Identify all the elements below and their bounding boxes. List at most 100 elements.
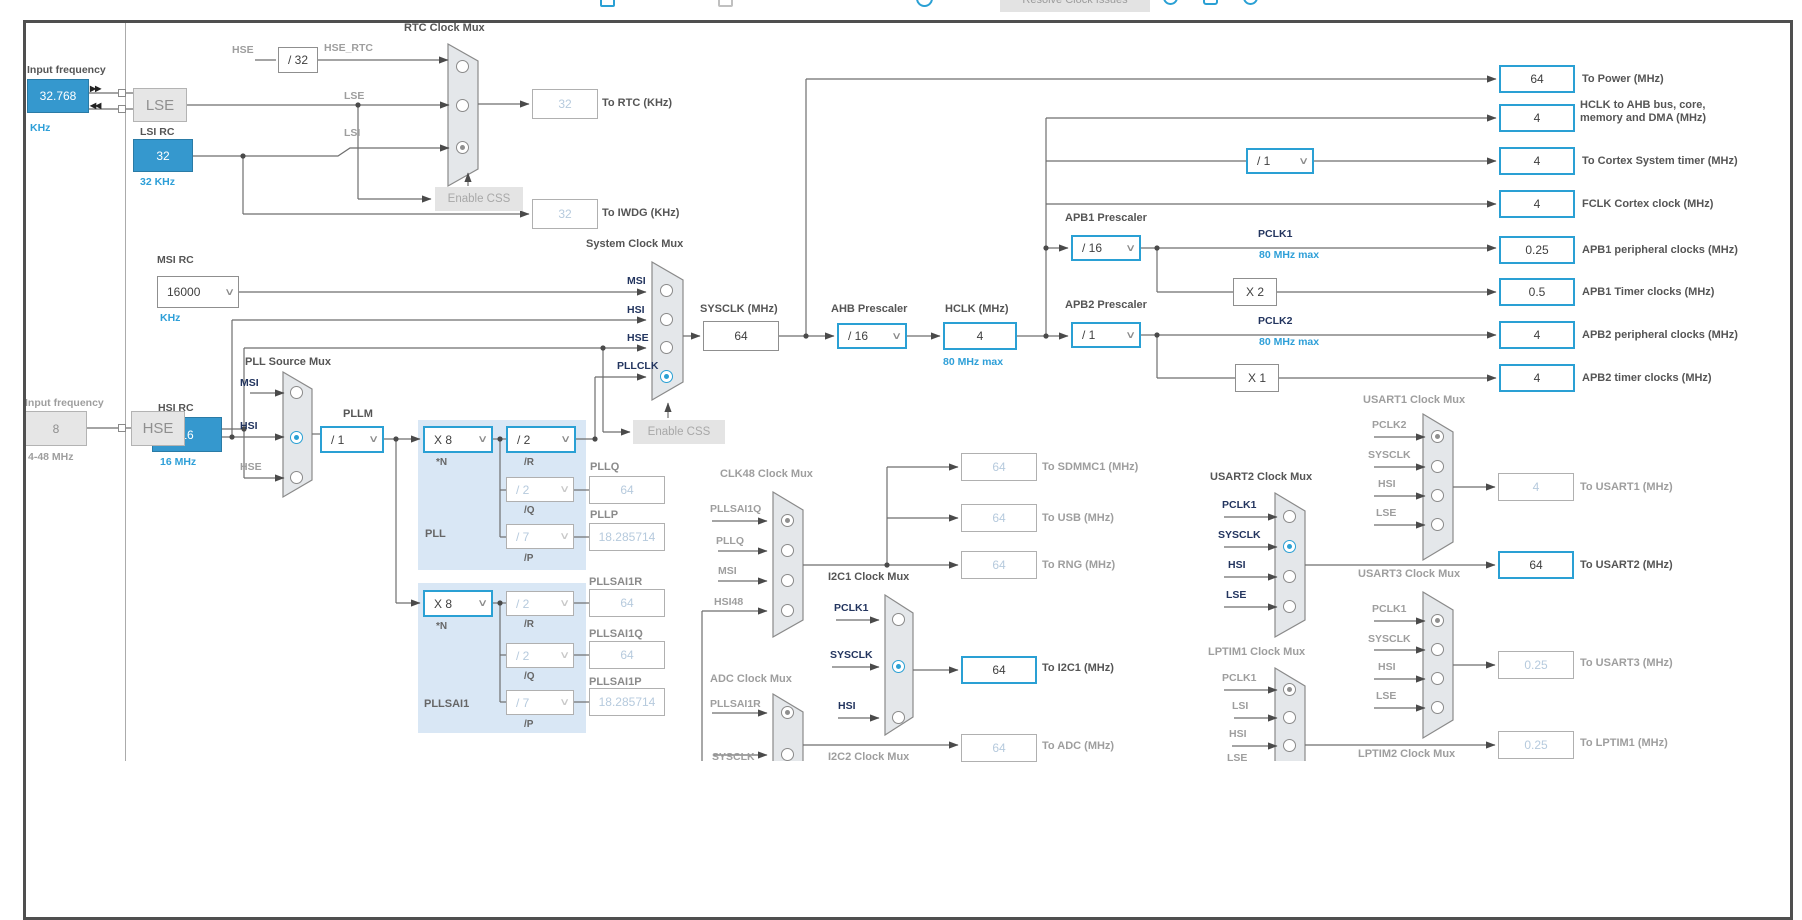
pllmux-hse-radio[interactable] xyxy=(290,471,303,484)
usart3-hsi-radio[interactable] xyxy=(1431,672,1444,685)
to-usart2-value[interactable]: 64 xyxy=(1498,551,1574,579)
to-rtc-value[interactable]: 32 xyxy=(532,89,598,119)
clk48-pllq-radio[interactable] xyxy=(781,544,794,557)
rtc-mux-lsi-radio[interactable] xyxy=(456,141,469,154)
enable-css-rtc-button[interactable]: Enable CSS xyxy=(435,187,523,211)
pllsai1-q-select[interactable]: / 2 ∨ xyxy=(506,643,574,668)
to-i2c1-value[interactable]: 64 xyxy=(961,656,1037,684)
toolbar: Resolve Clock Issues xyxy=(0,0,1802,20)
zoom-out-icon[interactable] xyxy=(1163,0,1178,5)
sysmux-hse-radio[interactable] xyxy=(660,341,673,354)
pllsai1-r-select[interactable]: / 2 ∨ xyxy=(506,591,574,616)
usart1-sysclk-radio[interactable] xyxy=(1431,460,1444,473)
sysclk-value[interactable]: 64 xyxy=(703,321,779,351)
copy-icon[interactable] xyxy=(718,0,733,7)
apb2-timer-value[interactable]: 4 xyxy=(1499,364,1575,392)
lse-source-block: LSE xyxy=(133,88,187,122)
lptim1-pclk1-radio[interactable] xyxy=(1283,683,1296,696)
pll-p-select[interactable]: / 7 ∨ xyxy=(506,524,574,549)
lptim1-lsi-radio[interactable] xyxy=(1283,711,1296,724)
usart2-pclk1-radio[interactable] xyxy=(1283,510,1296,523)
undo-icon[interactable] xyxy=(916,0,933,7)
lse-input-frequency-field[interactable]: 32.768 xyxy=(27,79,89,113)
to-iwdg-value[interactable]: 32 xyxy=(532,199,598,229)
arrow-right-icon: ▶▶ xyxy=(90,84,101,93)
zoom-in-icon[interactable] xyxy=(1243,0,1258,5)
chevron-down-icon: ∨ xyxy=(559,434,571,445)
clk48-hsi48-radio[interactable] xyxy=(781,604,794,617)
resolve-clock-issues-button[interactable]: Resolve Clock Issues xyxy=(1000,0,1150,12)
pll-n-select[interactable]: X 8 ∨ xyxy=(423,426,493,453)
system-mux-title: System Clock Mux xyxy=(586,238,684,250)
pllsai1-p-select[interactable]: / 7 ∨ xyxy=(506,690,574,715)
chevron-down-icon: ∨ xyxy=(558,484,570,495)
rtc-mux-lse-radio[interactable] xyxy=(456,99,469,112)
sysmux-hsi-radio[interactable] xyxy=(660,313,673,326)
usart1-mux-title: USART1 Clock Mux xyxy=(1363,394,1466,406)
usart2-hsi-radio[interactable] xyxy=(1283,570,1296,583)
pll-r-select[interactable]: / 2 ∨ xyxy=(506,426,576,453)
lptim1-hsi-radio[interactable] xyxy=(1283,739,1296,752)
cortex-timer-value[interactable]: 4 xyxy=(1499,147,1575,175)
to-rng-value: 64 xyxy=(961,551,1037,579)
pllm-select[interactable]: / 1 ∨ xyxy=(320,426,384,453)
chevron-down-icon: ∨ xyxy=(476,598,488,609)
hclk-value[interactable]: 4 xyxy=(943,322,1017,350)
to-rtc-label: To RTC (KHz) xyxy=(602,97,673,109)
enable-css-sys-button[interactable]: Enable CSS xyxy=(633,420,725,444)
apb2-periph-value[interactable]: 4 xyxy=(1499,321,1575,349)
apb2-prescaler-select[interactable]: / 1 ∨ xyxy=(1071,322,1141,348)
rtc-mux-hse-radio[interactable] xyxy=(456,60,469,73)
apb1-prescaler-select[interactable]: / 16 ∨ xyxy=(1071,235,1141,261)
pllsai1-p-tag: /P xyxy=(524,719,534,730)
to-adc-label: To ADC (MHz) xyxy=(1042,740,1115,752)
usart2-sysclk-radio[interactable] xyxy=(1283,540,1296,553)
to-power-value[interactable]: 64 xyxy=(1499,65,1575,93)
msi-unit-label: KHz xyxy=(160,312,181,324)
adc-sysclk-radio[interactable] xyxy=(781,748,794,761)
to-power-label: To Power (MHz) xyxy=(1582,73,1664,85)
usart3-lse-radio[interactable] xyxy=(1431,701,1444,714)
msi-range-select[interactable]: 16000 ∨ xyxy=(157,276,239,308)
pllmux-msi-radio[interactable] xyxy=(290,386,303,399)
pll-q-select[interactable]: / 2 ∨ xyxy=(506,477,574,502)
sysmux-msi-radio[interactable] xyxy=(660,284,673,297)
apb1-timer-value[interactable]: 0.5 xyxy=(1499,278,1575,306)
adc-sysclk-label: SYSCLK xyxy=(712,751,755,763)
hsi-unit-label: 16 MHz xyxy=(160,456,197,468)
pllmux-msi-label: MSI xyxy=(240,377,259,389)
chevron-down-icon: ∨ xyxy=(223,286,235,298)
msi-range-value: 16000 xyxy=(167,285,201,299)
usart1-lse-radio[interactable] xyxy=(1431,518,1444,531)
pllmux-hsi-radio[interactable] xyxy=(290,431,303,444)
i2c1-hsi-radio[interactable] xyxy=(892,711,905,724)
hclk-ahb-value[interactable]: 4 xyxy=(1499,104,1575,132)
usart1-pclk2-radio[interactable] xyxy=(1431,430,1444,443)
pllsai1-n-select[interactable]: X 8 ∨ xyxy=(423,590,493,617)
msi-rc-label: MSI RC xyxy=(157,254,194,266)
chevron-down-icon: ∨ xyxy=(1297,155,1309,167)
apb1-periph-value[interactable]: 0.25 xyxy=(1499,236,1575,264)
clk48-pllsai1q-radio[interactable] xyxy=(781,514,794,527)
sysmux-pllclk-radio[interactable] xyxy=(660,370,673,383)
adc-pllsai1r-radio[interactable] xyxy=(781,706,794,719)
save-icon[interactable] xyxy=(600,0,615,7)
pllsai1-block-name: PLLSAI1 xyxy=(424,698,470,710)
adc-pllsai1r-label: PLLSAI1R xyxy=(710,698,761,710)
ahb-prescaler-select[interactable]: / 16 ∨ xyxy=(837,323,907,349)
lsi-value-field[interactable]: 32 xyxy=(133,139,193,172)
apb1-prescaler-value: / 16 xyxy=(1082,241,1103,255)
clk48-msi-radio[interactable] xyxy=(781,574,794,587)
usart1-hsi-radio[interactable] xyxy=(1431,489,1444,502)
cortex-divider-select[interactable]: / 1 ∨ xyxy=(1246,148,1314,174)
to-usb-label: To USB (MHz) xyxy=(1042,512,1114,524)
usart3-sysclk-radio[interactable] xyxy=(1431,643,1444,656)
hse-input-frequency-field[interactable]: 8 xyxy=(25,411,87,446)
i2c1-sysclk-radio[interactable] xyxy=(892,660,905,673)
usart3-pclk1-radio[interactable] xyxy=(1431,614,1444,627)
usart2-lse-radio[interactable] xyxy=(1283,600,1296,613)
fclk-value[interactable]: 4 xyxy=(1499,190,1575,218)
clk48-pllsai1q-label: PLLSAI1Q xyxy=(710,503,762,515)
i2c1-pclk1-radio[interactable] xyxy=(892,613,905,626)
zoom-fit-icon[interactable] xyxy=(1203,0,1218,5)
